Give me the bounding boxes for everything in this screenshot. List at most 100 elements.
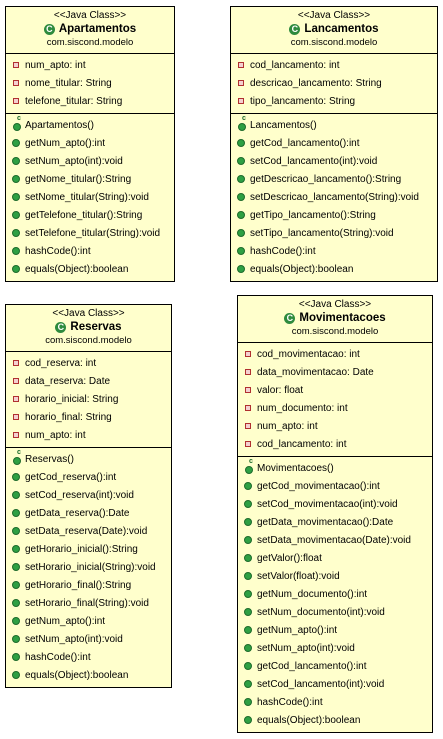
public-method-icon — [237, 211, 245, 219]
public-method-icon — [12, 247, 20, 255]
field-row: cod_reserva: int — [6, 354, 171, 372]
method-row: equals(Object):boolean — [238, 711, 432, 729]
public-method-icon — [12, 545, 20, 553]
method-row: getNome_titular():String — [6, 170, 174, 188]
public-method-icon — [237, 175, 245, 183]
fields-section: cod_movimentacao: int data_movimentacao:… — [238, 343, 432, 456]
public-method-icon — [12, 527, 20, 535]
constructor-icon: c — [12, 449, 21, 465]
class-icon: C — [284, 313, 296, 324]
public-method-icon — [244, 536, 252, 544]
private-field-icon — [245, 369, 251, 375]
class-header: <<Java Class>> C Apartamentos com.siscond… — [6, 7, 174, 54]
class-name: Movimentacoes — [299, 312, 386, 324]
class-title: C Apartamentos — [8, 22, 172, 37]
public-method-icon — [237, 139, 245, 147]
private-field-icon — [13, 62, 19, 68]
method-row: setTelefone_titular(String):void — [6, 224, 174, 242]
constructor-row: c Apartamentos() — [6, 115, 174, 134]
constructor-icon: c — [244, 458, 253, 474]
public-method-icon — [12, 563, 20, 571]
private-field-icon — [13, 396, 19, 402]
method-row: hashCode():int — [238, 693, 432, 711]
method-row: getData_reserva():Date — [6, 504, 171, 522]
private-field-icon — [245, 423, 251, 429]
method-row: equals(Object):boolean — [231, 260, 437, 278]
method-row: getHorario_inicial():String — [6, 540, 171, 558]
method-row: getNum_documento():int — [238, 585, 432, 603]
method-row: getCod_reserva():int — [6, 468, 171, 486]
constructor-row: c Movimentacoes() — [238, 458, 432, 477]
private-field-icon — [245, 351, 251, 357]
public-method-icon — [244, 608, 252, 616]
class-header: <<Java Class>> C Lancamentos com.siscond.… — [231, 7, 437, 54]
method-row: getCod_lancamento():int — [238, 657, 432, 675]
package-name: com.siscond.modelo — [46, 37, 134, 48]
method-row: getNum_apto():int — [238, 621, 432, 639]
public-method-icon — [12, 175, 20, 183]
field-row: num_apto: int — [6, 56, 174, 74]
public-method-icon — [12, 473, 20, 481]
public-method-icon — [244, 662, 252, 670]
package-name: com.siscond.modelo — [291, 326, 379, 337]
field-row: horario_final: String — [6, 408, 171, 426]
public-method-icon — [237, 193, 245, 201]
methods-section: c Reservas() getCod_reserva():int setCod_… — [6, 447, 171, 687]
public-method-icon — [244, 626, 252, 634]
field-row: data_reserva: Date — [6, 372, 171, 390]
public-method-icon — [244, 644, 252, 652]
public-method-icon — [12, 229, 20, 237]
class-movimentacoes[interactable]: <<Java Class>> C Movimentacoes com.siscon… — [237, 295, 433, 733]
method-row: hashCode():int — [6, 242, 174, 260]
public-method-icon — [237, 229, 245, 237]
class-title: C Lancamentos — [233, 22, 435, 37]
stereotype: <<Java Class>> — [52, 308, 125, 319]
public-method-icon — [12, 157, 20, 165]
fields-section: cod_lancamento: int descricao_lancamento… — [231, 54, 437, 113]
method-row: getNum_apto():int — [6, 612, 171, 630]
method-row: getCod_lancamento():int — [231, 134, 437, 152]
public-method-icon — [244, 716, 252, 724]
method-row: setHorario_final(String):void — [6, 594, 171, 612]
method-row: getNum_apto():int — [6, 134, 174, 152]
method-row: hashCode():int — [231, 242, 437, 260]
field-row: cod_lancamento: int — [231, 56, 437, 74]
method-row: setDescricao_lancamento(String):void — [231, 188, 437, 206]
constructor-row: c Reservas() — [6, 449, 171, 468]
class-icon: C — [289, 24, 301, 35]
class-apartamentos[interactable]: <<Java Class>> C Apartamentos com.siscond… — [5, 6, 175, 282]
public-method-icon — [244, 572, 252, 580]
private-field-icon — [238, 98, 244, 104]
private-field-icon — [238, 80, 244, 86]
method-row: getHorario_final():String — [6, 576, 171, 594]
method-row: setCod_reserva(int):void — [6, 486, 171, 504]
method-row: equals(Object):boolean — [6, 666, 171, 684]
field-row: num_apto: int — [6, 426, 171, 444]
public-method-icon — [237, 157, 245, 165]
methods-section: c Lancamentos() getCod_lancamento():int s… — [231, 113, 437, 281]
public-method-icon — [12, 599, 20, 607]
method-row: getTelefone_titular():String — [6, 206, 174, 224]
method-row: setNome_titular(String):void — [6, 188, 174, 206]
class-reservas[interactable]: <<Java Class>> C Reservas com.siscond.mod… — [5, 304, 172, 688]
method-row: getCod_movimentacao():int — [238, 477, 432, 495]
field-row: cod_lancamento: int — [238, 435, 432, 453]
method-row: setCod_lancamento(int):void — [238, 675, 432, 693]
class-name: Reservas — [70, 321, 122, 333]
method-row: getTipo_lancamento():String — [231, 206, 437, 224]
field-row: descricao_lancamento: String — [231, 74, 437, 92]
field-row: valor: float — [238, 381, 432, 399]
public-method-icon — [12, 509, 20, 517]
constructor-icon: c — [237, 115, 246, 131]
constructor-icon: c — [12, 115, 21, 131]
public-method-icon — [12, 581, 20, 589]
private-field-icon — [245, 405, 251, 411]
class-lancamentos[interactable]: <<Java Class>> C Lancamentos com.siscond.… — [230, 6, 438, 282]
method-row: getDescricao_lancamento():String — [231, 170, 437, 188]
private-field-icon — [13, 432, 19, 438]
class-name: Apartamentos — [58, 23, 137, 35]
public-method-icon — [244, 590, 252, 598]
public-method-icon — [12, 635, 20, 643]
private-field-icon — [13, 360, 19, 366]
public-method-icon — [12, 653, 20, 661]
